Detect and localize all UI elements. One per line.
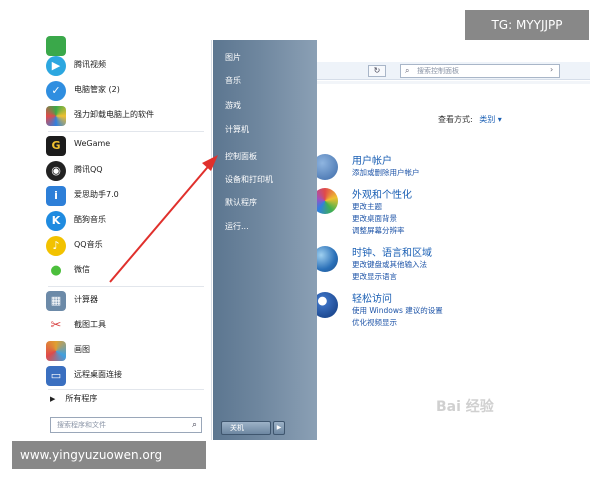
program-label: 强力卸载电脑上的软件 — [74, 110, 154, 119]
paint-icon — [46, 341, 66, 361]
triangle-right-icon: ▶ — [50, 395, 56, 403]
address-bar: ↻ ⌕ 搜索控制面板 › — [300, 62, 590, 80]
toolbar-strip — [300, 81, 590, 84]
wegame-icon: G — [46, 136, 66, 156]
program-label: WeGame — [74, 139, 111, 148]
control-panel-search-input[interactable]: ⌕ 搜索控制面板 — [400, 64, 560, 78]
program-label: 爱思助手7.0 — [74, 190, 119, 199]
program-item[interactable]: i 爱思助手7.0 — [44, 184, 208, 208]
program-item[interactable]: ✂ 截图工具 — [44, 314, 208, 338]
program-label: 电脑管家 (2) — [74, 85, 120, 94]
program-label: 远程桌面连接 — [74, 370, 122, 379]
remote-desktop-icon: ▭ — [46, 366, 66, 386]
pc-manager-icon: ✓ — [46, 81, 66, 101]
category-link[interactable]: 添加或删除用户帐户 — [352, 167, 420, 178]
program-item[interactable]: 画图 — [44, 339, 208, 363]
calculator-icon: ▦ — [46, 291, 66, 311]
shutdown-options-button[interactable]: ▶ — [273, 421, 285, 435]
program-item[interactable]: ◉ 腾讯QQ — [44, 159, 208, 183]
menu-item-run[interactable]: 运行... — [225, 221, 249, 232]
program-item[interactable]: ▶ 腾讯视频 — [44, 54, 208, 78]
divider — [48, 389, 204, 390]
all-programs-label: 所有程序 — [65, 394, 98, 403]
search-go-icon[interactable]: › — [550, 65, 560, 77]
qqmusic-icon: ♪ — [46, 236, 66, 256]
menu-item-music[interactable]: 音乐 — [225, 75, 241, 86]
i4-icon: i — [46, 186, 66, 206]
program-item[interactable]: 强力卸载电脑上的软件 — [44, 104, 208, 128]
watermark: Bai 经验 — [436, 399, 494, 415]
start-search-input[interactable]: 搜索程序和文件 ⌕ — [50, 417, 202, 433]
category-link[interactable]: 更改显示语言 — [352, 271, 397, 282]
program-label: 微信 — [74, 265, 90, 274]
view-by-dropdown[interactable]: 类别 ▾ — [479, 115, 502, 124]
uninstall-icon — [46, 106, 66, 126]
menu-item-control-panel[interactable]: 控制面板 — [225, 151, 257, 162]
program-label: 腾讯视频 — [74, 60, 106, 69]
bottom-tag: www.yingyuzuowen.org — [12, 441, 206, 469]
category-link[interactable]: 更改桌面背景 — [352, 213, 397, 224]
menu-item-devices-printers[interactable]: 设备和打印机 — [225, 174, 273, 185]
menu-item-default-programs[interactable]: 默认程序 — [225, 197, 257, 208]
category-ease-of-access: 轻松访问 使用 Windows 建议的设置 优化视频显示 — [312, 290, 582, 336]
start-search-placeholder: 搜索程序和文件 — [57, 421, 106, 429]
program-label: 腾讯QQ — [74, 165, 103, 174]
program-item[interactable]: ▦ 计算器 — [44, 289, 208, 313]
category-link[interactable]: 更改主题 — [352, 201, 382, 212]
menu-item-pictures[interactable]: 图片 — [225, 52, 241, 63]
category-link[interactable]: 使用 Windows 建议的设置 — [352, 305, 443, 316]
category-appearance: 外观和个性化 更改主题 更改桌面背景 调整屏幕分辨率 — [312, 186, 582, 246]
wechat-icon: ● — [46, 261, 66, 281]
category-link[interactable]: 调整屏幕分辨率 — [352, 225, 405, 236]
program-item[interactable]: K 酷狗音乐 — [44, 209, 208, 233]
snipping-tool-icon: ✂ — [46, 316, 66, 336]
program-label: 酷狗音乐 — [74, 215, 106, 224]
program-item[interactable]: ● 微信 — [44, 259, 208, 283]
start-menu-places: 图片 音乐 游戏 计算机 控制面板 设备和打印机 默认程序 运行... 关机 ▶ — [213, 40, 317, 440]
search-icon: ⌕ — [405, 66, 410, 75]
view-by: 查看方式: 类别 ▾ — [438, 114, 502, 125]
menu-item-computer[interactable]: 计算机 — [225, 124, 249, 135]
app-icon — [46, 36, 66, 56]
program-item[interactable]: ▭ 远程桌面连接 — [44, 364, 208, 388]
all-programs-button[interactable]: ▶ 所有程序 — [50, 393, 97, 404]
category-clock-language: 时钟、语言和区域 更改键盘或其他输入法 更改显示语言 — [312, 244, 582, 290]
category-link[interactable]: 优化视频显示 — [352, 317, 397, 328]
category-link[interactable]: 更改键盘或其他输入法 — [352, 259, 427, 270]
start-menu-programs: ▶ 腾讯视频 ✓ 电脑管家 (2) 强力卸载电脑上的软件 G WeGame ◉ … — [40, 36, 212, 440]
program-label: 画图 — [74, 345, 90, 354]
program-label: 计算器 — [74, 295, 98, 304]
program-label: 截图工具 — [74, 320, 106, 329]
tencent-video-icon: ▶ — [46, 56, 66, 76]
program-item[interactable]: ♪ QQ音乐 — [44, 234, 208, 258]
category-title[interactable]: 外观和个性化 — [352, 186, 412, 201]
category-title[interactable]: 用户帐户 — [352, 152, 392, 167]
top-tag: TG: MYYJJPP — [465, 10, 589, 40]
control-panel-search-placeholder: 搜索控制面板 — [417, 67, 459, 75]
menu-item-games[interactable]: 游戏 — [225, 100, 241, 111]
category-title[interactable]: 轻松访问 — [352, 290, 392, 305]
program-item[interactable]: ✓ 电脑管家 (2) — [44, 79, 208, 103]
divider — [48, 286, 204, 287]
search-icon: ⌕ — [191, 420, 197, 430]
program-label: QQ音乐 — [74, 240, 103, 249]
qq-icon: ◉ — [46, 161, 66, 181]
kugou-icon: K — [46, 211, 66, 231]
control-panel-window: ↻ ⌕ 搜索控制面板 › 查看方式: 类别 ▾ 用户帐户 添加或删除用户帐户 外… — [300, 40, 590, 440]
divider — [48, 131, 204, 132]
program-item[interactable]: G WeGame — [44, 134, 208, 158]
refresh-button[interactable]: ↻ — [368, 65, 386, 77]
shutdown-button[interactable]: 关机 — [221, 421, 271, 435]
category-title[interactable]: 时钟、语言和区域 — [352, 244, 432, 259]
view-by-label: 查看方式: — [438, 115, 473, 124]
shutdown-label: 关机 — [230, 424, 244, 432]
